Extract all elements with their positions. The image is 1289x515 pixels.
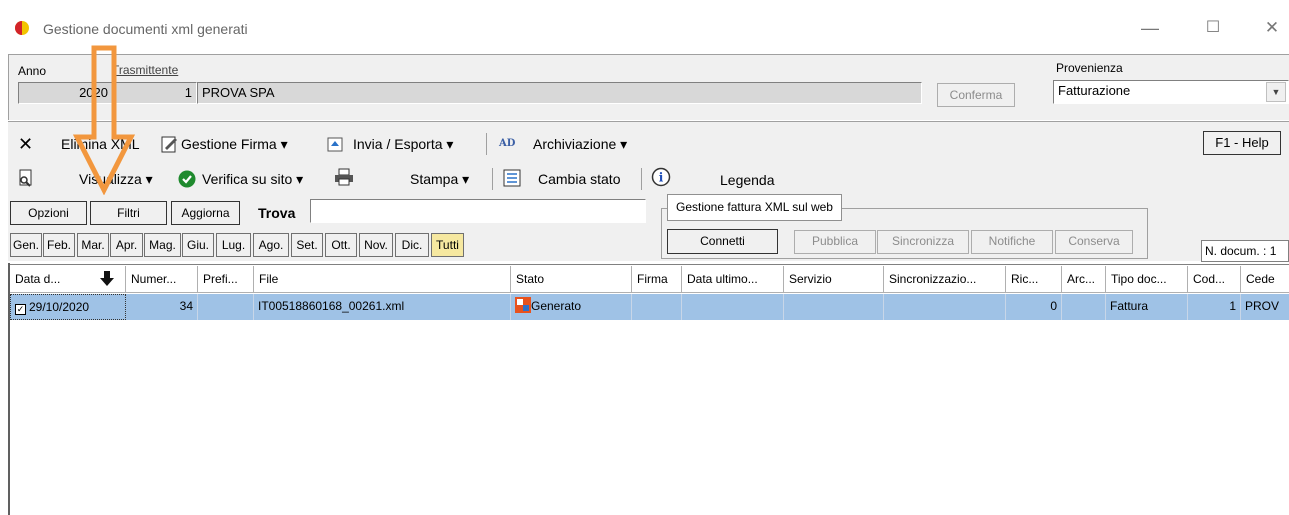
column-header-cod[interactable]: Cod... [1188,266,1241,293]
notifiche-button[interactable]: Notifiche [971,230,1053,254]
svg-text:i: i [659,171,664,185]
month-button-apr[interactable]: Apr. [110,233,143,257]
cell-servizio [784,294,884,320]
stampa-button[interactable]: Stampa ▾ [410,171,469,188]
month-button-mag[interactable]: Mag. [144,233,181,257]
maximize-button[interactable]: ☐ [1199,14,1227,42]
archiviazione-button[interactable]: Archiviazione ▾ [533,136,627,153]
column-header-file[interactable]: File [254,266,511,293]
preview-icon [19,169,32,187]
archive-icon: AD [499,138,516,149]
printer-icon[interactable] [334,168,354,186]
window-title: Gestione documenti xml generati [43,21,248,37]
info-icon: i [651,167,671,187]
column-header-numero[interactable]: Numer... [126,266,198,293]
month-button-giu[interactable]: Giu. [182,233,214,257]
month-button-nov[interactable]: Nov. [359,233,393,257]
provenienza-label: Provenienza [1056,61,1123,75]
cell-file: IT00518860168_00261.xml [254,294,511,320]
trasmittente-name-field: PROVA SPA [197,82,922,104]
pubblica-button[interactable]: Pubblica [794,230,876,254]
trova-label: Trova [258,205,296,221]
document-count: N. docum. : 1 [1201,240,1289,262]
conserva-button[interactable]: Conserva [1055,230,1133,254]
status-generated-icon [515,297,531,313]
send-export-icon [327,137,343,152]
gestione-firma-button[interactable]: Gestione Firma ▾ [181,136,288,153]
month-button-lug[interactable]: Lug. [216,233,251,257]
conferma-button[interactable]: Conferma [937,83,1015,107]
separator [492,168,493,190]
column-header-sincronizzazione[interactable]: Sincronizzazio... [884,266,1006,293]
check-circle-icon [178,170,196,188]
cell-prefisso [198,294,254,320]
list-status-icon [503,169,521,187]
provenienza-select[interactable]: Fatturazione [1053,80,1289,104]
aggiorna-button[interactable]: Aggiorna [171,201,240,225]
help-button[interactable]: F1 - Help [1203,131,1281,155]
separator [641,168,642,190]
column-header-firma[interactable]: Firma [632,266,682,293]
checkbox-icon[interactable]: ✓ [15,304,26,315]
cell-cod: 1 [1188,294,1241,320]
table-row[interactable]: ✓ 29/10/2020 [10,294,126,320]
trova-input[interactable] [310,199,646,223]
cell-ric: 0 [1006,294,1062,320]
cell-numero: 34 [126,294,198,320]
cell-sincronizzazione [884,294,1006,320]
month-button-tutti[interactable]: Tutti [431,233,464,257]
web-group-title: Gestione fattura XML sul web [667,194,842,221]
cell-firma [632,294,682,320]
month-button-feb[interactable]: Feb. [43,233,75,257]
sincronizza-button[interactable]: Sincronizza [877,230,969,254]
delete-icon[interactable]: ✕ [18,134,33,155]
month-button-dic[interactable]: Dic. [395,233,429,257]
cell-stato: Generato [511,294,632,320]
month-button-mar[interactable]: Mar. [77,233,109,257]
filtri-button[interactable]: Filtri [90,201,167,225]
cell-data-ultimo [682,294,784,320]
anno-label: Anno [18,64,47,78]
sort-down-icon [100,271,114,286]
chevron-down-icon[interactable]: ▼ [1266,82,1286,102]
cell-tipo-doc: Fattura [1106,294,1188,320]
legenda-button[interactable]: Legenda [720,172,775,188]
column-header-ric[interactable]: Ric... [1006,266,1062,293]
separator [486,133,487,155]
column-header-stato[interactable]: Stato [511,266,632,293]
divider [10,264,1289,265]
column-header-arc[interactable]: Arc... [1062,266,1106,293]
signature-icon [161,136,177,153]
column-header-prefisso[interactable]: Prefi... [198,266,254,293]
invia-esporta-button[interactable]: Invia / Esporta ▾ [353,136,453,153]
month-button-ago[interactable]: Ago. [253,233,289,257]
close-button[interactable]: ✕ [1258,14,1286,42]
verifica-su-sito-button[interactable]: Verifica su sito ▾ [202,171,303,188]
divider [8,121,1289,122]
month-button-gen[interactable]: Gen. [10,233,42,257]
minimize-button[interactable]: — [1136,14,1164,42]
cell-cede: PROV [1241,294,1289,320]
annotation-arrow-icon [72,45,136,195]
month-button-set[interactable]: Set. [291,233,323,257]
month-button-ott[interactable]: Ott. [325,233,357,257]
connetti-button[interactable]: Connetti [667,229,778,254]
column-header-servizio[interactable]: Servizio [784,266,884,293]
column-header-data-ultimo[interactable]: Data ultimo... [682,266,784,293]
cell-arc [1062,294,1106,320]
cambia-stato-button[interactable]: Cambia stato [538,171,620,187]
opzioni-button[interactable]: Opzioni [10,201,87,225]
column-header-cede[interactable]: Cede [1241,266,1289,293]
column-header-tipo-doc[interactable]: Tipo doc... [1106,266,1188,293]
app-icon [15,21,29,35]
